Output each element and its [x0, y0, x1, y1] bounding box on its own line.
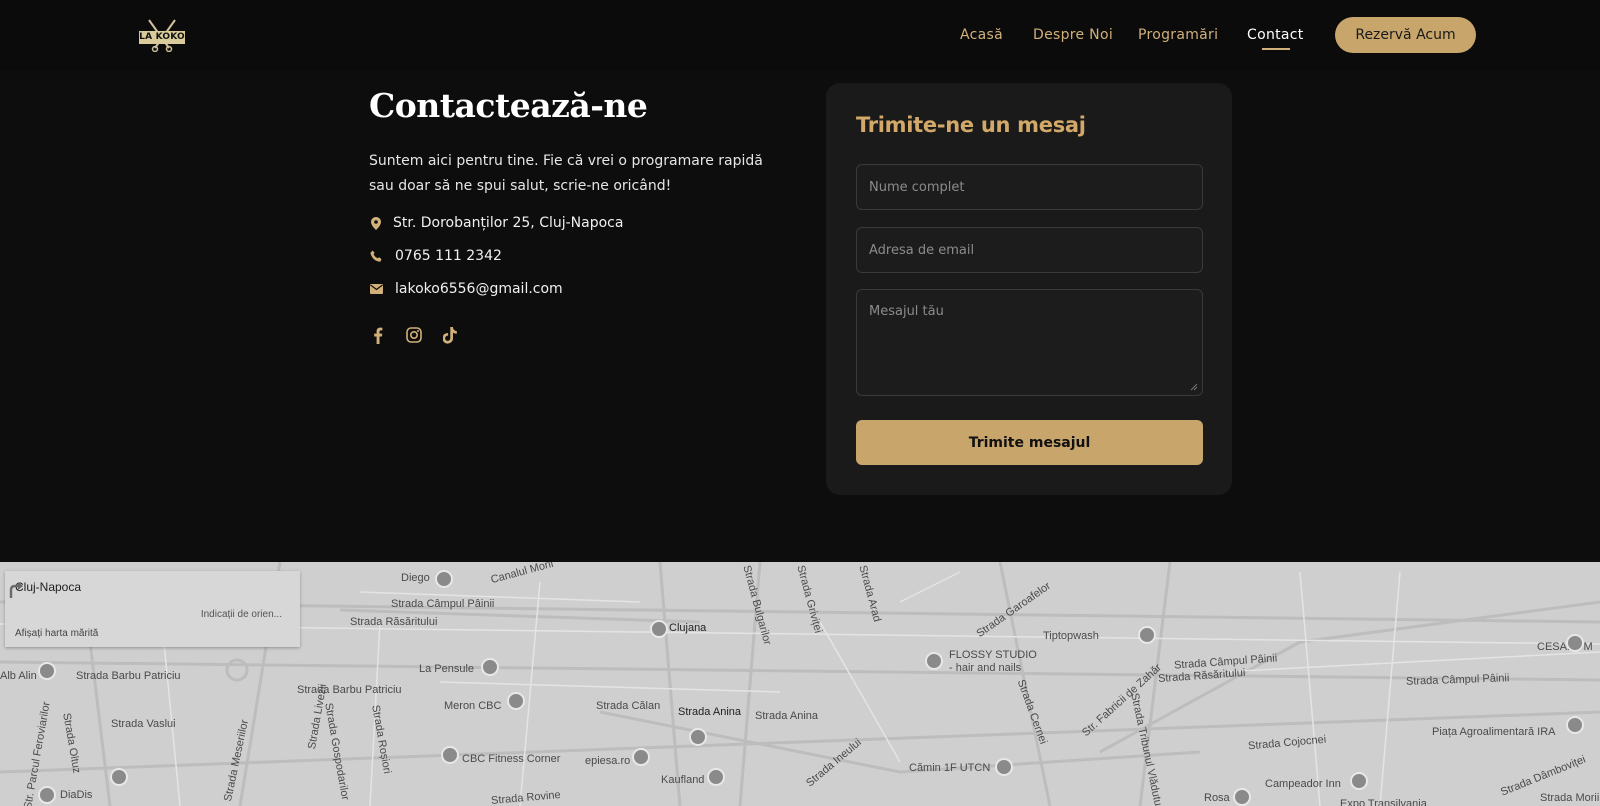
map-pin-icon[interactable]	[110, 768, 128, 786]
envelope-icon	[369, 282, 383, 296]
nav-link-programari[interactable]: Programări	[1138, 27, 1218, 43]
contact-form-card: Trimite-ne un mesaj Trimite mesajul	[826, 83, 1232, 495]
map-pin-icon[interactable]	[707, 768, 725, 786]
map-label: Clujana	[669, 622, 707, 634]
map-pin-icon[interactable]	[507, 692, 525, 710]
map-larger-link[interactable]: Afișați harta mărită	[15, 628, 98, 639]
map-pin-icon[interactable]	[1566, 634, 1584, 652]
map-pin-icon[interactable]	[38, 786, 56, 804]
map-label: Strada Barbu Patriciu	[297, 684, 402, 696]
logo-text: LA KOKO	[139, 31, 185, 44]
email-row: lakoko6556@gmail.com	[369, 281, 563, 297]
nav-link-despre-noi[interactable]: Despre Noi	[1033, 27, 1113, 43]
map-pin-icon[interactable]	[1566, 716, 1584, 734]
map-label: Strada Călan	[596, 700, 661, 712]
map-label: Campeador Inn	[1265, 778, 1341, 790]
map-pin-icon[interactable]	[689, 728, 707, 746]
map-pin-icon[interactable]	[435, 570, 453, 588]
email-input[interactable]	[856, 227, 1203, 273]
contact-description: Suntem aici pentru tine. Fie că vrei o p…	[369, 153, 763, 194]
address-row: Str. Dorobanților 25, Cluj-Napoca	[369, 215, 623, 231]
nav-link-contact[interactable]: Contact	[1247, 27, 1304, 43]
map-label: - hair and nails	[949, 662, 1022, 674]
map-label: Alb Alin	[0, 670, 37, 682]
map-label: Rosa	[1204, 792, 1230, 804]
map-label: FLOSSY STUDIO	[949, 649, 1037, 661]
map-label: Strada Vaslui	[111, 718, 176, 730]
top-navbar: LA KOKO Acasă Despre Noi Programări Cont…	[0, 0, 1600, 70]
page-title: Contactează-ne	[369, 86, 648, 125]
active-nav-indicator	[1262, 48, 1290, 50]
map-label: CESAROM	[1537, 641, 1593, 653]
message-wrapper	[826, 289, 1232, 397]
map-directions-link[interactable]: Indicații de orien...	[201, 609, 282, 620]
map-place-card: Cluj-Napoca Indicații de orien... Afișaț…	[5, 571, 300, 647]
map-label: Piața Agroalimentară IRA	[1432, 726, 1556, 738]
map-pin-icon[interactable]	[1350, 772, 1368, 790]
map-label: Expo Transilvania	[1340, 798, 1427, 806]
full-name-input[interactable]	[856, 164, 1203, 210]
map-label: Meron CBC	[444, 700, 502, 712]
map-label: CBC Fitness Corner	[462, 753, 561, 765]
address-text: Str. Dorobanților 25, Cluj-Napoca	[393, 215, 624, 231]
map-pin-icon[interactable]	[481, 658, 499, 676]
map-label: Diego	[401, 572, 430, 584]
facebook-icon[interactable]	[369, 326, 387, 344]
map-pin-icon[interactable]	[441, 746, 459, 764]
brand-logo[interactable]: LA KOKO	[139, 18, 185, 52]
map-label: Strada Barbu Patriciu	[76, 670, 181, 682]
instagram-icon[interactable]	[405, 326, 423, 344]
map-pin-icon[interactable]	[650, 620, 668, 638]
map-pin-icon[interactable]	[925, 652, 943, 670]
map-label: Kaufland	[661, 774, 705, 786]
map-pin-icon[interactable]	[995, 758, 1013, 776]
map-label: Strada Anina	[678, 706, 741, 718]
map-label: Strada Răsăritului	[350, 616, 438, 628]
map-label: Strada Morii	[1540, 792, 1600, 804]
phone-row: 0765 111 2342	[369, 248, 502, 264]
phone-icon	[369, 249, 383, 263]
send-message-button[interactable]: Trimite mesajul	[856, 420, 1203, 465]
message-textarea[interactable]	[856, 289, 1203, 396]
map-pin-icon	[369, 216, 383, 230]
map-pin-icon[interactable]	[1233, 788, 1251, 806]
form-title: Trimite-ne un mesaj	[856, 113, 1086, 137]
email-text[interactable]: lakoko6556@gmail.com	[395, 281, 563, 297]
map-label: DiaDis	[60, 789, 93, 801]
resize-handle-icon[interactable]	[1190, 383, 1198, 391]
map-label: Tiptopwash	[1043, 630, 1099, 642]
embedded-map[interactable]: Cluj-Napoca Indicații de orien... Afișaț…	[0, 562, 1600, 806]
map-pin-icon[interactable]	[632, 748, 650, 766]
map-label: La Pensule	[419, 663, 475, 675]
directions-icon[interactable]	[5, 580, 25, 600]
map-label: epiesa.ro	[585, 755, 631, 767]
phone-text[interactable]: 0765 111 2342	[395, 248, 502, 264]
tiktok-icon[interactable]	[441, 326, 459, 344]
nav-link-acasa[interactable]: Acasă	[960, 27, 1003, 43]
social-links	[369, 326, 459, 344]
map-pin-icon[interactable]	[1138, 626, 1156, 644]
map-label: Strada Câmpul Pâinii	[391, 598, 495, 610]
map-pin-icon[interactable]	[38, 662, 56, 680]
book-now-button[interactable]: Rezervă Acum	[1335, 17, 1476, 53]
map-label: Cămin 1F UTCN	[909, 762, 991, 774]
map-label: Strada Anina	[755, 710, 818, 722]
